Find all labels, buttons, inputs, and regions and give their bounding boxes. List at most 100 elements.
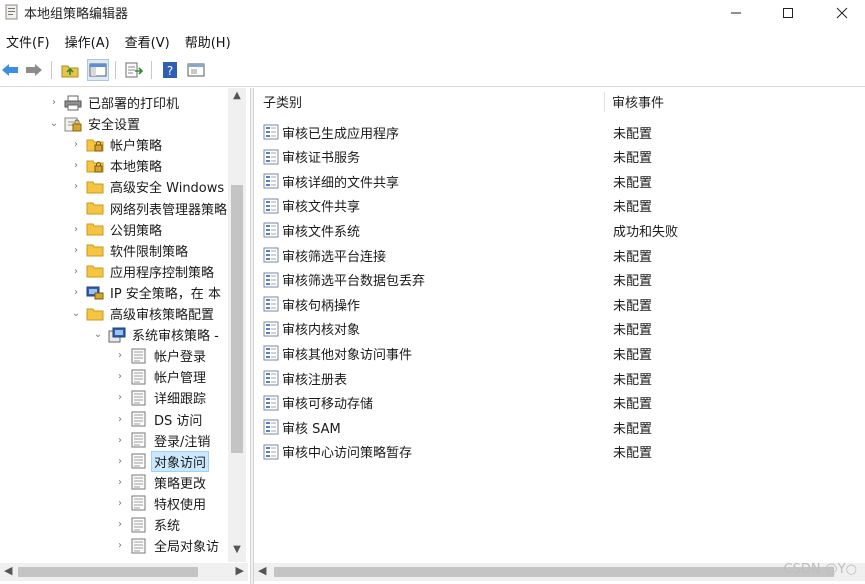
list-item[interactable]: 审核 SAM 未配置	[254, 415, 865, 439]
subcategory-name: 审核内核对象	[282, 323, 361, 339]
list-item[interactable]: 审核文件系统 成功和失败	[254, 218, 865, 242]
toolbar-divider	[0, 86, 865, 87]
tree-item[interactable]: › 已部署的打印机	[48, 92, 181, 113]
tree-item[interactable]: › 帐户策略	[70, 134, 164, 155]
properties-button[interactable]	[186, 60, 206, 80]
expand-arrow-icon[interactable]: ›	[48, 97, 60, 108]
close-button[interactable]	[818, 0, 865, 26]
list-item[interactable]: 审核其他对象访问事件 未配置	[254, 341, 865, 365]
list-item[interactable]: 审核详细的文件共享 未配置	[254, 169, 865, 193]
expand-arrow-icon[interactable]: ›	[114, 371, 126, 382]
show-hide-tree-button[interactable]	[87, 59, 109, 81]
tree-item[interactable]: › DS 访问	[114, 409, 204, 430]
menu-file[interactable]: 文件(F)	[0, 32, 59, 51]
tree-item[interactable]: › 特权使用	[114, 493, 208, 514]
menu-view[interactable]: 查看(V)	[119, 32, 179, 51]
tree-item[interactable]: ⌄ 安全设置	[48, 113, 142, 134]
menu-action[interactable]: 操作(A)	[59, 32, 119, 51]
scroll-thumb[interactable]	[18, 567, 198, 577]
expand-arrow-icon[interactable]: ›	[70, 245, 82, 256]
svg-text:?: ?	[167, 64, 173, 78]
expand-arrow-icon[interactable]: ›	[70, 160, 82, 171]
tree-item[interactable]: › 应用程序控制策略	[70, 261, 216, 282]
expand-arrow-icon[interactable]: ›	[70, 287, 82, 298]
scroll-right-icon[interactable]: ▶	[236, 564, 244, 577]
expand-arrow-icon[interactable]: ›	[114, 540, 126, 551]
list-item[interactable]: 审核内核对象 未配置	[254, 317, 865, 341]
tree-item[interactable]: › 帐户管理	[114, 366, 208, 387]
up-level-button[interactable]	[60, 60, 80, 80]
tree-horizontal-scrollbar[interactable]: ◀ ▶	[0, 563, 248, 581]
list-item[interactable]: 审核可移动存储 未配置	[254, 391, 865, 415]
expand-arrow-icon[interactable]: ›	[114, 350, 126, 361]
list-item[interactable]: 审核文件共享 未配置	[254, 194, 865, 218]
tree-item[interactable]: ⌄ 系统审核策略 -	[92, 324, 221, 345]
expand-arrow-icon[interactable]: ›	[114, 456, 126, 467]
collapse-arrow-icon[interactable]: ⌄	[92, 329, 104, 340]
column-separator[interactable]	[604, 92, 605, 112]
expand-arrow-icon[interactable]: ›	[114, 435, 126, 446]
menu-help[interactable]: 帮助(H)	[179, 32, 240, 51]
collapse-arrow-icon[interactable]: ⌄	[70, 308, 82, 319]
tree-item[interactable]: › 高级安全 Windows	[70, 176, 226, 197]
list-item[interactable]: 审核句柄操作 未配置	[254, 292, 865, 316]
list-item[interactable]: 审核已生成应用程序 未配置	[254, 120, 865, 144]
expand-arrow-icon[interactable]: ›	[70, 139, 82, 150]
tree-item[interactable]: › 公钥策略	[70, 219, 164, 240]
watermark: CSDN @Y○	[783, 562, 857, 577]
tree-item[interactable]: › 登录/注销	[114, 430, 212, 451]
tree-item-label: 公钥策略	[110, 223, 163, 239]
minimize-button[interactable]	[712, 0, 760, 26]
tree-item[interactable]: › 全局对象访	[114, 535, 221, 556]
maximize-button[interactable]	[764, 0, 812, 26]
expand-arrow-icon[interactable]: ›	[114, 477, 126, 488]
tree-item[interactable]: › 软件限制策略	[70, 240, 190, 261]
list-item[interactable]: 审核证书服务 未配置	[254, 145, 865, 169]
scroll-thumb[interactable]	[231, 185, 243, 453]
tree-item[interactable]: ⌄ 高级审核策略配置	[70, 303, 216, 324]
forward-button[interactable]	[24, 60, 44, 80]
tree-item[interactable]: › 详细跟踪	[114, 387, 208, 408]
scroll-left-icon[interactable]: ◀	[4, 564, 12, 577]
tree-item-label: 高级安全 Windows	[110, 181, 225, 197]
list-item[interactable]: 审核筛选平台连接 未配置	[254, 243, 865, 267]
scroll-up-icon[interactable]: ▲	[228, 90, 246, 106]
tree-item[interactable]: 网络列表管理器策略	[70, 198, 229, 219]
tree-item[interactable]: › 策略更改	[114, 472, 208, 493]
column-header-subcategory[interactable]: 子类别	[263, 88, 302, 114]
list-item[interactable]: 审核注册表 未配置	[254, 366, 865, 390]
list-item[interactable]: 审核筛选平台数据包丢弃 未配置	[254, 268, 865, 292]
policy-list-icon	[130, 474, 148, 491]
menu-bar: 文件(F) 操作(A) 查看(V) 帮助(H)	[0, 28, 240, 54]
subcategory-name: 审核可移动存储	[282, 397, 374, 413]
collapse-arrow-icon[interactable]: ⌄	[48, 118, 60, 129]
back-button[interactable]	[0, 60, 20, 80]
tree-item[interactable]: › IP 安全策略，在 本	[70, 282, 223, 303]
policy-setting-icon	[263, 247, 279, 263]
expand-arrow-icon[interactable]: ›	[70, 224, 82, 235]
tree-item[interactable]: › 系统	[114, 514, 182, 535]
maximize-icon	[783, 8, 793, 18]
scroll-thumb[interactable]	[274, 567, 834, 577]
expand-arrow-icon[interactable]: ›	[114, 414, 126, 425]
expand-arrow-icon[interactable]: ›	[70, 181, 82, 192]
list-item[interactable]: 审核中心访问策略暂存 未配置	[254, 440, 865, 464]
tree-vertical-scrollbar[interactable]: ▲ ▼	[228, 88, 246, 562]
help-button[interactable]: ?	[160, 60, 180, 80]
expand-arrow-icon[interactable]: ›	[114, 498, 126, 509]
export-list-button[interactable]	[124, 60, 144, 80]
toolbar-separator	[115, 61, 116, 79]
tree-item[interactable]: › 帐户登录	[114, 345, 208, 366]
scroll-down-icon[interactable]: ▼	[228, 544, 246, 560]
expand-arrow-icon[interactable]: ›	[114, 519, 126, 530]
expand-arrow-icon[interactable]: ›	[70, 266, 82, 277]
details-horizontal-scrollbar[interactable]: ◀	[254, 563, 865, 581]
audit-event-value: 未配置	[613, 347, 653, 363]
tree-item-label: 软件限制策略	[110, 244, 189, 260]
scroll-left-icon[interactable]: ◀	[258, 564, 266, 577]
audit-event-value: 未配置	[613, 446, 653, 462]
column-header-audit-events[interactable]: 审核事件	[612, 88, 664, 114]
expand-arrow-icon[interactable]: ›	[114, 392, 126, 403]
tree-item[interactable]: › 对象访问	[114, 450, 210, 472]
tree-item[interactable]: › 本地策略	[70, 155, 164, 176]
